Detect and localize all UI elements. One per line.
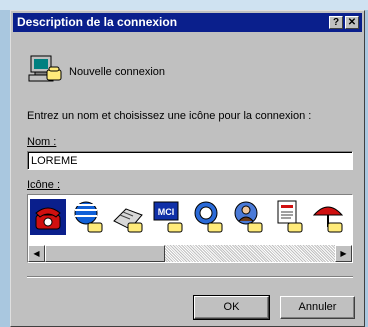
- scrollbar-thumb[interactable]: [45, 245, 165, 262]
- cancel-button[interactable]: Annuler: [280, 296, 355, 319]
- ok-button[interactable]: OK: [193, 295, 270, 320]
- svg-text:MCI: MCI: [158, 207, 175, 217]
- umbrella-phone-icon[interactable]: [310, 199, 346, 235]
- scroll-left-icon[interactable]: ◀: [28, 245, 45, 262]
- desktop-background: [0, 0, 368, 10]
- name-field[interactable]: [27, 151, 353, 170]
- person-phone-icon[interactable]: [230, 199, 266, 235]
- icon-label: Icône :: [27, 179, 61, 191]
- globe-phone-icon[interactable]: [70, 199, 106, 235]
- dialup-computer-icon: [28, 55, 62, 82]
- title-bar[interactable]: Description de la connexion ? ✕: [13, 13, 362, 32]
- help-button[interactable]: ?: [329, 16, 343, 29]
- icon-list-scrollbar[interactable]: ◀ ▶: [28, 245, 352, 262]
- icon-picker-list[interactable]: MCI ◀ ▶: [27, 194, 353, 263]
- ge-globe-phone-icon[interactable]: [190, 199, 226, 235]
- connection-description-dialog: Description de la connexion ? ✕ Nouvelle…: [10, 10, 365, 327]
- mci-phone-icon[interactable]: MCI: [150, 199, 186, 235]
- fax-phone-icon[interactable]: [110, 199, 146, 235]
- close-button[interactable]: ✕: [345, 16, 359, 29]
- red-telephone-icon[interactable]: [30, 199, 66, 235]
- window-title: Description de la connexion: [17, 15, 178, 29]
- scroll-right-icon[interactable]: ▶: [335, 245, 352, 262]
- separator-line: [27, 276, 353, 278]
- document-phone-icon[interactable]: [270, 199, 306, 235]
- instruction-text: Entrez un nom et choisissez une icône po…: [27, 110, 312, 122]
- name-label: Nom :: [27, 136, 57, 148]
- connection-name-display: Nouvelle connexion: [69, 66, 166, 78]
